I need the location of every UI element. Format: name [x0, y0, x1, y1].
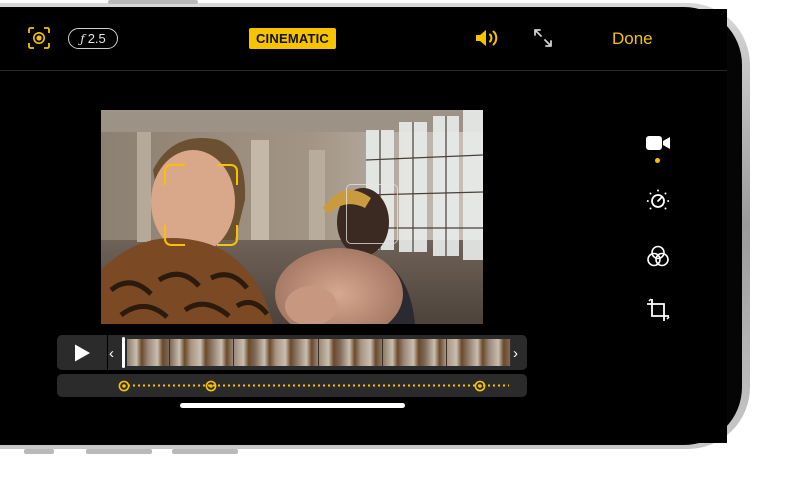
filmstrip-thumbnail	[425, 339, 448, 366]
play-icon	[75, 344, 90, 361]
filmstrip[interactable]	[127, 339, 511, 366]
filmstrip-thumbnail	[276, 339, 299, 366]
filmstrip-thumbnail	[403, 339, 426, 366]
video-preview[interactable]	[101, 110, 483, 324]
filmstrip-thumbnail	[340, 339, 362, 366]
secondary-focus-frame[interactable]	[346, 184, 398, 244]
filmstrip-thumbnail	[361, 339, 384, 366]
filmstrip-thumbnail	[190, 339, 213, 366]
focus-keyframe[interactable]	[118, 380, 130, 392]
done-button[interactable]: Done	[612, 29, 653, 49]
play-button[interactable]	[57, 335, 107, 370]
side-button	[172, 449, 238, 454]
filmstrip-thumbnail	[212, 339, 235, 366]
volume-icon[interactable]	[473, 26, 503, 50]
focus-keyframe[interactable]	[474, 380, 486, 392]
aperture-symbol: ƒ	[80, 31, 85, 46]
filmstrip-thumbnail	[489, 339, 511, 366]
side-button	[86, 449, 152, 454]
video-camera-icon[interactable]	[644, 129, 672, 157]
filmstrip-thumbnail	[233, 339, 256, 366]
video-frame-image	[101, 110, 483, 324]
filmstrip-thumbnail	[297, 339, 320, 366]
side-button	[108, 0, 198, 4]
crop-icon[interactable]	[644, 296, 672, 324]
aperture-value: 2.5	[87, 31, 106, 46]
filmstrip-thumbnail	[467, 339, 490, 366]
top-divider	[0, 70, 727, 71]
filmstrip-thumbnail	[254, 339, 277, 366]
filmstrip-thumbnail	[318, 339, 341, 366]
phone-screen: ƒ 2.5 CINEMATIC Done ‹ ›	[0, 9, 727, 443]
fullscreen-icon[interactable]	[531, 26, 555, 50]
primary-focus-frame[interactable]	[163, 163, 239, 247]
timeline-divider	[107, 335, 108, 370]
cinematic-toggle[interactable]: CINEMATIC	[249, 28, 336, 49]
selected-tool-indicator	[655, 158, 660, 163]
filmstrip-thumbnail	[169, 339, 192, 366]
playhead[interactable]	[122, 337, 125, 368]
focus-keyframe[interactable]	[205, 380, 217, 392]
adjust-dial-icon[interactable]	[644, 186, 672, 214]
home-indicator[interactable]	[180, 403, 405, 408]
focus-mode-icon[interactable]	[27, 26, 51, 50]
filters-icon[interactable]	[644, 242, 672, 270]
filmstrip-thumbnail	[127, 339, 149, 366]
chevron-right-icon[interactable]: ›	[513, 345, 518, 362]
filmstrip-thumbnail	[446, 339, 469, 366]
focus-point-track[interactable]	[57, 374, 527, 397]
chevron-left-icon[interactable]: ‹	[109, 345, 114, 362]
filmstrip-thumbnail	[148, 339, 171, 366]
filmstrip-thumbnail	[382, 339, 405, 366]
timeline-scrubber[interactable]: ‹ ›	[57, 335, 527, 370]
side-button	[24, 449, 54, 454]
aperture-button[interactable]: ƒ 2.5	[68, 28, 118, 49]
